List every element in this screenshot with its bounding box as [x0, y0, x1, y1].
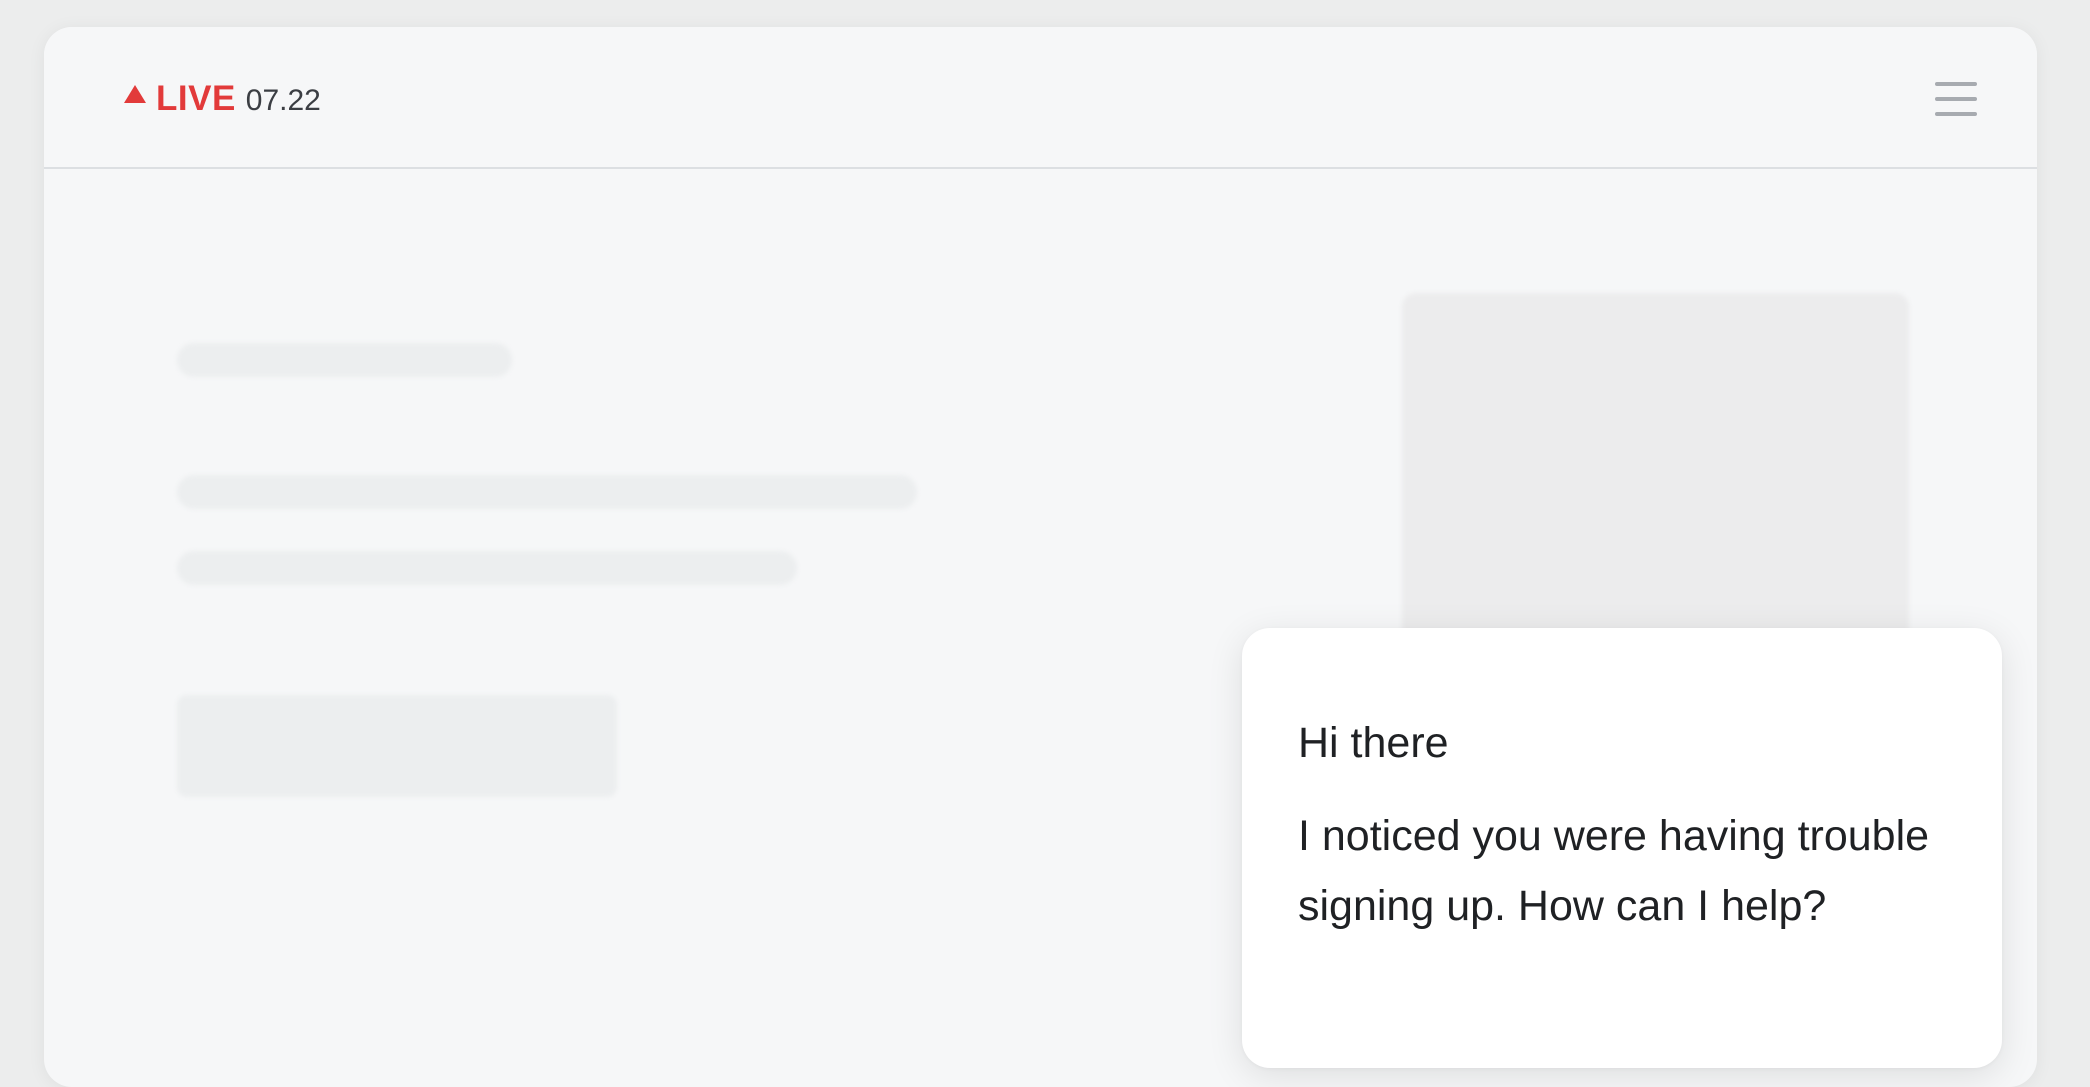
skeleton-text-line — [177, 551, 797, 585]
skeleton-heading — [177, 343, 512, 377]
menu-bar — [1935, 82, 1977, 86]
menu-bar — [1935, 112, 1977, 116]
chat-popup[interactable]: Hi there I noticed you were having troub… — [1242, 628, 2002, 1068]
skeleton-text-line — [177, 475, 917, 509]
menu-bar — [1935, 97, 1977, 101]
skeleton-button — [177, 695, 617, 797]
live-label: LIVE — [156, 79, 236, 118]
live-time: 07.22 — [245, 84, 321, 117]
live-indicator: LIVE 07.22 — [124, 79, 321, 119]
hamburger-menu-icon[interactable] — [1935, 79, 1977, 121]
top-bar: LIVE 07.22 — [44, 27, 2037, 169]
chat-greeting: Hi there — [1298, 719, 1449, 767]
chat-message: I noticed you were having trouble signin… — [1298, 812, 1930, 930]
triangle-up-icon — [124, 85, 146, 103]
skeleton-image — [1402, 293, 1909, 653]
